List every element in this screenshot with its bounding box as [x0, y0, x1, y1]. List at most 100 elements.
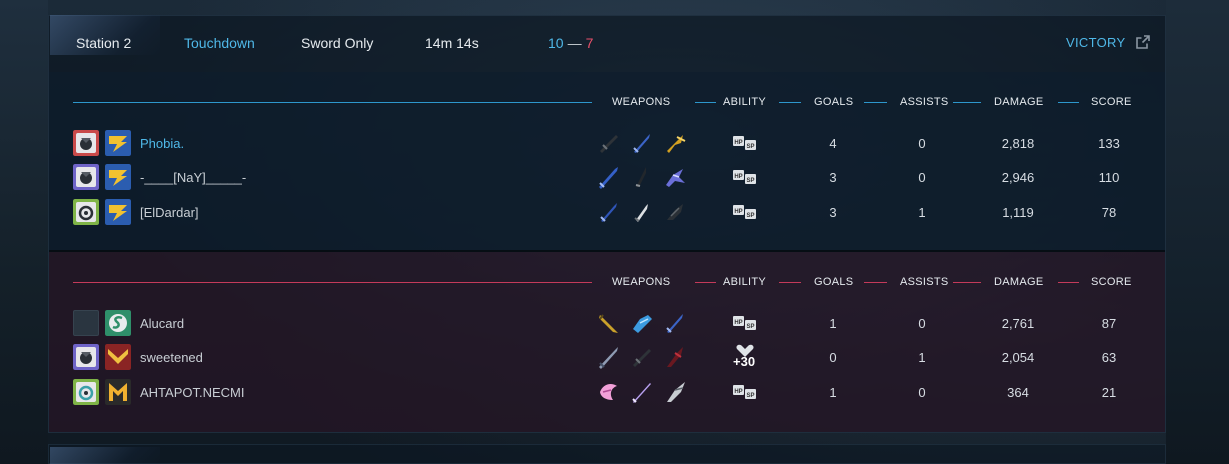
player-name[interactable]: sweetened — [140, 350, 203, 365]
hp-sp-icon: HP SP — [733, 205, 756, 219]
goals-value: 0 — [829, 350, 837, 365]
assists-value: 0 — [918, 385, 926, 400]
player-name[interactable]: [ElDardar] — [140, 205, 199, 220]
svg-text:HP: HP — [734, 389, 742, 395]
player-name[interactable]: Phobia. — [140, 136, 184, 151]
assists-value: 0 — [918, 170, 926, 185]
goals-value: 1 — [829, 385, 837, 400]
score-value: 63 — [1101, 350, 1117, 365]
player-name[interactable]: -____[NaY]_____- — [140, 170, 246, 185]
player-name[interactable]: Alucard — [140, 316, 184, 331]
weapon-pink-wing-icon — [600, 384, 617, 400]
mode-variant: Sword Only — [301, 35, 374, 51]
assists-value: 1 — [918, 350, 926, 365]
external-link-icon[interactable] — [1136, 35, 1150, 49]
damage-value: 2,761 — [1001, 316, 1035, 331]
rank-badge-icon — [105, 130, 131, 156]
red-team-panel: WEAPONS ABILITY GOALS ASSISTS DAMAGE SCO… — [49, 252, 1165, 432]
weapon-white-dagger-icon — [634, 204, 648, 222]
weapon-violet-rapier-icon — [632, 383, 651, 403]
header-rule — [695, 282, 716, 283]
svg-text:HP: HP — [734, 320, 742, 326]
assists-value: 1 — [918, 205, 926, 220]
score-value: 21 — [1101, 385, 1117, 400]
weapon-ice-claw-icon — [633, 315, 652, 333]
score-value: 110 — [1098, 170, 1120, 185]
col-goals: GOALS — [814, 276, 854, 288]
damage-value: 2,818 — [1001, 136, 1035, 151]
weapon-blue-blade-icon — [633, 134, 650, 153]
svg-text:HP: HP — [734, 209, 742, 215]
weapon-blue-greatsword-icon — [599, 167, 618, 189]
svg-text:SP: SP — [746, 393, 754, 399]
score-value: 78 — [1101, 205, 1117, 220]
player-row[interactable]: Alucard HP SP 1 0 2,761 87 — [49, 310, 1165, 340]
match-result: VICTORY — [1066, 35, 1126, 50]
final-score: 10—7 — [548, 35, 593, 51]
goals-value: 3 — [829, 170, 837, 185]
header-rule — [695, 102, 716, 103]
empty-emblem-slot — [73, 310, 99, 336]
assists-value: 0 — [918, 136, 926, 151]
svg-text:SP: SP — [746, 178, 754, 184]
weapon-silver-greatsword-icon — [599, 347, 618, 369]
match-header[interactable]: Station 2 Touchdown Sword Only 14m 14s 1… — [48, 15, 1166, 71]
goals-value: 3 — [829, 205, 837, 220]
class-emblem-icon — [73, 199, 99, 225]
next-match-card[interactable] — [48, 444, 1166, 464]
score-value: 133 — [1098, 136, 1120, 151]
match-duration: 14m 14s — [425, 35, 479, 51]
player-name[interactable]: AHTAPOT.NECMI — [140, 385, 245, 400]
damage-value: 2,054 — [1001, 350, 1035, 365]
background-right — [1166, 0, 1229, 464]
damage-value: 2,946 — [1001, 170, 1035, 185]
svg-text:SP: SP — [746, 213, 754, 219]
header-rule — [864, 102, 887, 103]
weapon-gold-axe-icon — [667, 135, 686, 153]
player-row[interactable]: sweetened +30 0 1 2,054 63 — [49, 344, 1165, 374]
blue-score: 10 — [548, 35, 564, 51]
hp-sp-icon: HP SP — [733, 316, 756, 330]
weapon-crystal-blade-icon — [666, 169, 685, 187]
map-name: Station 2 — [76, 35, 132, 51]
weapon-dark-katana-icon — [635, 167, 646, 187]
header-rule — [73, 282, 592, 283]
header-rule — [779, 102, 801, 103]
col-weapons: WEAPONS — [612, 276, 671, 288]
col-damage: DAMAGE — [994, 96, 1044, 108]
damage-value: 1,119 — [1002, 205, 1034, 220]
blue-team-panel: WEAPONS ABILITY GOALS ASSISTS DAMAGE SCO… — [49, 72, 1165, 250]
weapon-blue-blade-icon — [666, 314, 683, 333]
ability-bonus: +30 — [733, 354, 756, 369]
weapon-dark-sword-icon — [600, 135, 618, 153]
svg-text:SP: SP — [746, 324, 754, 330]
weapon-dark-claw-icon — [667, 204, 683, 220]
weapon-crimson-scythe-icon — [667, 347, 683, 367]
player-row[interactable]: Phobia. HP SP 4 0 2,818 133 — [49, 130, 1165, 160]
svg-text:HP: HP — [734, 174, 742, 180]
weapon-gold-greatsword-icon — [599, 314, 618, 333]
rank-badge-icon — [105, 344, 131, 370]
col-score: SCORE — [1091, 96, 1132, 108]
player-row[interactable]: AHTAPOT.NECMI HP SP 1 0 364 21 — [49, 379, 1165, 409]
col-weapons: WEAPONS — [612, 96, 671, 108]
class-emblem-icon — [73, 130, 99, 156]
background-left — [0, 0, 48, 464]
assists-value: 0 — [918, 316, 926, 331]
weapon-blue-saber-icon — [600, 203, 617, 222]
header-rule — [73, 102, 592, 103]
damage-value: 364 — [1007, 385, 1029, 400]
header-rule — [953, 282, 981, 283]
next-map-thumbnail — [50, 447, 160, 464]
class-emblem-icon — [73, 379, 99, 405]
goals-value: 1 — [829, 316, 837, 331]
player-row[interactable]: [ElDardar] HP SP 3 1 1,119 78 — [49, 199, 1165, 229]
player-row[interactable]: -____[NaY]_____- HP SP 3 0 2,946 110 — [49, 164, 1165, 194]
class-emblem-icon — [73, 344, 99, 370]
col-damage: DAMAGE — [994, 276, 1044, 288]
col-ability: ABILITY — [723, 96, 767, 108]
hp-sp-icon: HP SP — [733, 385, 756, 399]
rank-badge-icon — [105, 199, 131, 225]
weapon-dark-sword-icon — [633, 349, 651, 367]
rank-badge-icon — [105, 310, 131, 336]
